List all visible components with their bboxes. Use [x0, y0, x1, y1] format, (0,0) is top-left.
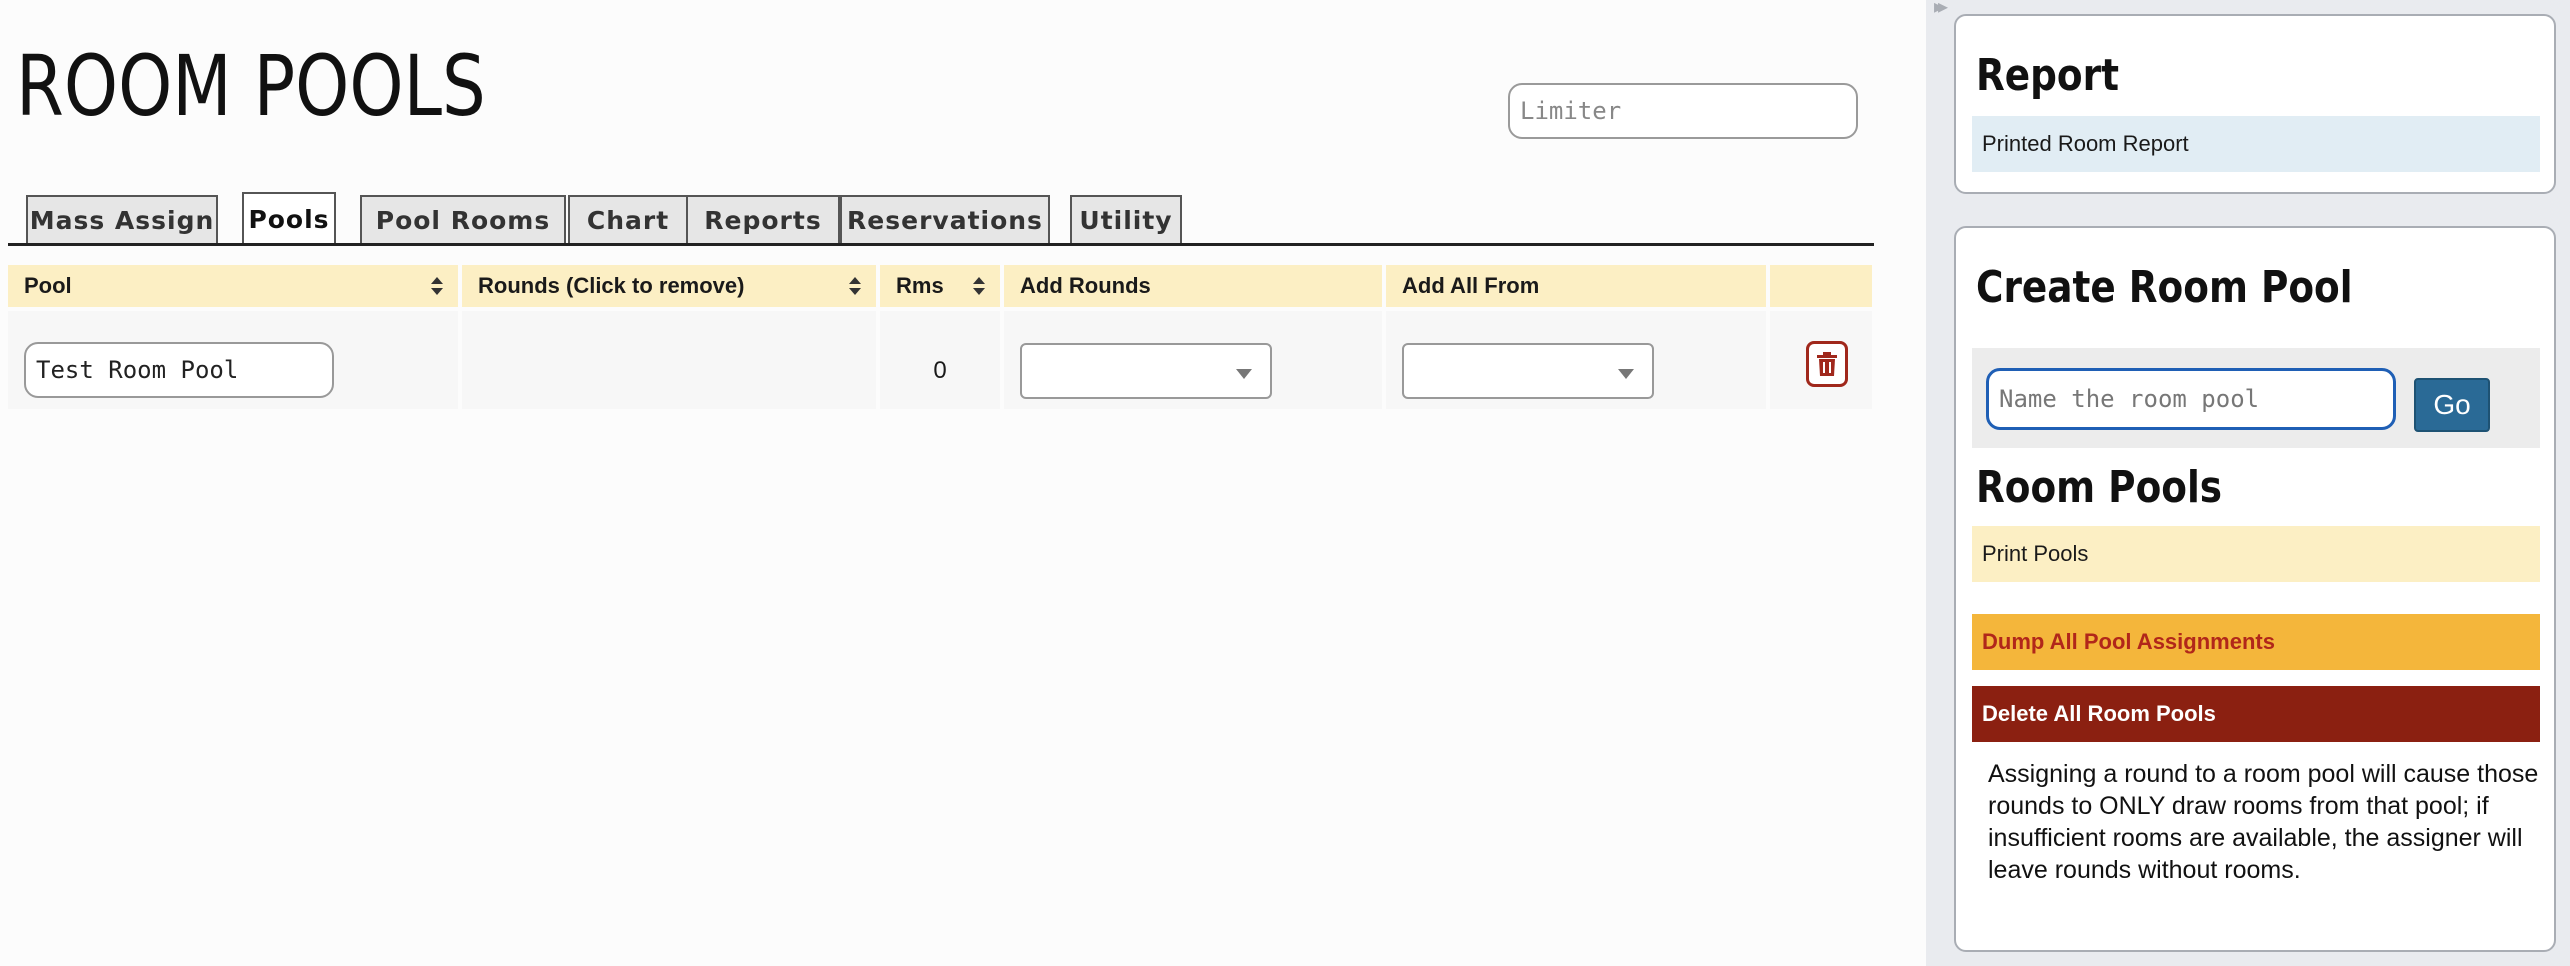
- double-chevron-right-icon[interactable]: ▸▸: [1934, 0, 1948, 19]
- header-rounds[interactable]: Rounds (Click to remove): [462, 265, 880, 307]
- report-heading: Report: [1976, 50, 2119, 101]
- room-pools-heading: Room Pools: [1976, 462, 2223, 513]
- limiter-input[interactable]: [1508, 83, 1858, 139]
- header-add-rounds-label: Add Rounds: [1020, 273, 1151, 298]
- header-add-all-from: Add All From: [1386, 265, 1770, 307]
- tab-utility[interactable]: Utility: [1070, 195, 1182, 243]
- tab-chart[interactable]: Chart: [568, 195, 688, 243]
- sort-icon: [973, 277, 985, 295]
- cell-pool: [8, 311, 462, 409]
- sidebar: ▸▸ Report Printed Room Report Create Roo…: [1926, 0, 2570, 966]
- dump-pool-assignments-button[interactable]: Dump All Pool Assignments: [1972, 614, 2540, 670]
- header-actions: [1770, 265, 1872, 307]
- table-header: Pool Rounds (Click to remove) Rms Add Ro…: [8, 265, 1872, 307]
- create-room-pool-heading: Create Room Pool: [1976, 262, 2353, 313]
- tab-reservations[interactable]: Reservations: [840, 195, 1050, 243]
- cell-delete: [1770, 311, 1872, 409]
- header-add-all-from-label: Add All From: [1402, 273, 1540, 298]
- header-rounds-label: Rounds (Click to remove): [478, 273, 745, 298]
- go-button[interactable]: Go: [2414, 378, 2490, 432]
- header-rms-label: Rms: [896, 273, 944, 298]
- chevron-down-icon: [1618, 369, 1634, 379]
- page-title: ROOM POOLS: [16, 37, 486, 135]
- printed-room-report-link[interactable]: Printed Room Report: [1972, 116, 2540, 172]
- trash-icon: [1817, 352, 1837, 376]
- room-pool-help-text: Assigning a round to a room pool will ca…: [1988, 760, 2539, 884]
- create-pool-form: Go: [1972, 348, 2540, 448]
- cell-rms: 0: [880, 311, 1004, 409]
- add-all-from-select[interactable]: [1402, 343, 1654, 399]
- report-panel: Report Printed Room Report: [1954, 14, 2556, 194]
- sort-icon: [849, 277, 861, 295]
- cell-add-all-from: [1386, 311, 1770, 409]
- header-add-rounds: Add Rounds: [1004, 265, 1386, 307]
- chevron-down-icon: [1236, 369, 1252, 379]
- sort-icon: [431, 277, 443, 295]
- tab-mass-assign[interactable]: Mass Assign: [26, 195, 218, 243]
- delete-pool-button[interactable]: [1806, 341, 1848, 387]
- table-row: 0: [8, 307, 1872, 409]
- room-pool-name-input[interactable]: [1986, 368, 2396, 430]
- pools-table: Pool Rounds (Click to remove) Rms Add Ro…: [8, 265, 1872, 409]
- rms-count: 0: [933, 357, 947, 384]
- cell-add-rounds: [1004, 311, 1386, 409]
- tab-pools[interactable]: Pools: [242, 192, 336, 244]
- tab-divider: [8, 243, 1874, 246]
- main-content: ROOM POOLS Mass Assign Pools Pool Rooms …: [0, 0, 1926, 966]
- header-pool[interactable]: Pool: [8, 265, 462, 307]
- create-room-pool-panel: Create Room Pool Go Room Pools Print Poo…: [1954, 226, 2556, 952]
- pool-name-input[interactable]: [24, 342, 334, 398]
- header-rms[interactable]: Rms: [880, 265, 1004, 307]
- print-pools-link[interactable]: Print Pools: [1972, 526, 2540, 582]
- tab-reports[interactable]: Reports: [686, 195, 840, 243]
- header-pool-label: Pool: [24, 273, 72, 298]
- cell-rounds: [462, 311, 880, 409]
- tab-pool-rooms[interactable]: Pool Rooms: [360, 195, 566, 243]
- delete-all-room-pools-button[interactable]: Delete All Room Pools: [1972, 686, 2540, 742]
- add-rounds-select[interactable]: [1020, 343, 1272, 399]
